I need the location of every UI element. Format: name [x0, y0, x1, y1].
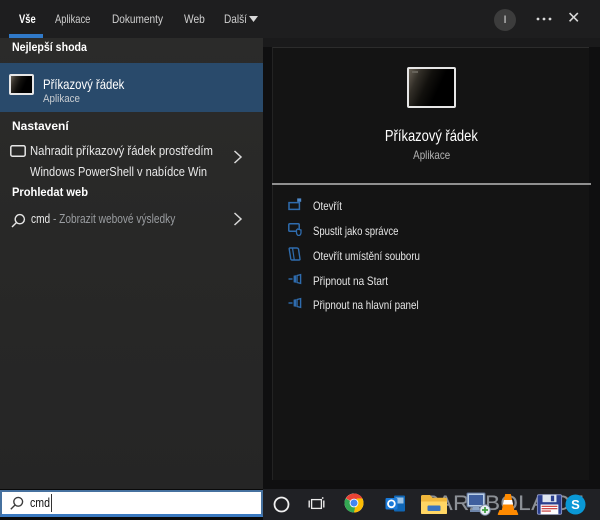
svg-text:S: S	[571, 497, 580, 512]
